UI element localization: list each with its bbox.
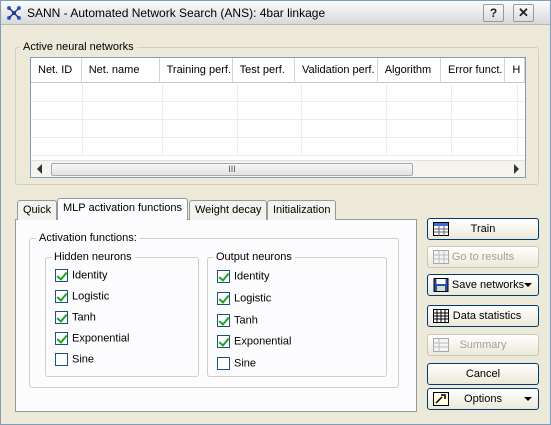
summary-label: Summary: [459, 339, 507, 351]
train-grid-icon: [433, 222, 449, 236]
table-row: [31, 102, 525, 120]
checkbox[interactable]: [55, 290, 68, 303]
column-header[interactable]: Error funct.: [441, 58, 506, 83]
save-networks-label: Save networks: [451, 279, 525, 291]
output-tanh-checkbox[interactable]: Tanh: [217, 314, 258, 330]
checkbox-label: Sine: [234, 357, 257, 370]
window-title: SANN - Automated Network Search (ANS): 4…: [27, 6, 326, 20]
data-statistics-label: Data statistics: [452, 310, 522, 322]
checkbox-label: Tanh: [72, 311, 96, 324]
scroll-right-icon[interactable]: [514, 164, 519, 174]
checkbox[interactable]: [55, 311, 68, 324]
activation-functions-label: Activation functions:: [36, 232, 140, 244]
tab-quick[interactable]: Quick: [17, 200, 58, 220]
summary-icon: [433, 338, 449, 352]
hidden-tanh-checkbox[interactable]: Tanh: [55, 311, 96, 327]
output-identity-checkbox[interactable]: Identity: [217, 270, 269, 286]
output-sine-checkbox[interactable]: Sine: [217, 357, 256, 373]
checkbox-label: Tanh: [234, 314, 258, 327]
checkbox[interactable]: [217, 314, 230, 327]
data-statistics-button[interactable]: Data statistics: [427, 305, 539, 327]
table-row: [31, 120, 525, 138]
column-header[interactable]: H: [505, 58, 525, 83]
checkbox-label: Exponential: [72, 332, 130, 345]
hidden-sine-checkbox[interactable]: Sine: [55, 353, 94, 369]
options-label: Options: [464, 393, 502, 405]
train-button[interactable]: Train: [427, 218, 539, 240]
cancel-button[interactable]: Cancel: [427, 363, 539, 385]
output-neurons-label: Output neurons: [213, 251, 295, 263]
options-button[interactable]: Options: [427, 388, 539, 410]
sann-app-icon: [7, 6, 21, 20]
table-row: [31, 84, 525, 102]
checkbox-label: Identity: [234, 270, 270, 283]
column-header[interactable]: Algorithm: [378, 58, 442, 83]
table-row: [31, 138, 525, 156]
checkbox-label: Logistic: [234, 292, 272, 305]
save-disk-icon: [433, 278, 449, 292]
tab-mlp-activation-functions[interactable]: MLP activation functions: [57, 198, 189, 220]
horizontal-scrollbar[interactable]: III: [31, 160, 525, 177]
help-button[interactable]: ?: [483, 4, 504, 22]
chevron-down-icon: [524, 283, 532, 287]
table-body: [31, 84, 525, 156]
go-to-results-button[interactable]: Go to results: [427, 246, 539, 268]
column-header[interactable]: Test perf.: [233, 58, 295, 83]
table-header: Net. ID Net. name Training perf. Test pe…: [31, 58, 525, 83]
tab-initialization[interactable]: Initialization: [267, 200, 337, 220]
column-header[interactable]: Validation perf.: [295, 58, 378, 83]
checkbox[interactable]: [217, 292, 230, 305]
checkbox-label: Identity: [72, 269, 108, 282]
options-icon: [433, 392, 449, 406]
checkbox[interactable]: [55, 269, 68, 282]
summary-button[interactable]: Summary: [427, 334, 539, 356]
hidden-logistic-checkbox[interactable]: Logistic: [55, 290, 109, 306]
close-button[interactable]: ✕: [513, 4, 534, 22]
checkbox-label: Logistic: [72, 290, 110, 303]
hidden-exponential-checkbox[interactable]: Exponential: [55, 332, 130, 348]
tab-weight-decay[interactable]: Weight decay: [189, 200, 268, 220]
column-header[interactable]: Training perf.: [160, 58, 233, 83]
output-exponential-checkbox[interactable]: Exponential: [217, 335, 292, 351]
statistics-table-icon: [433, 309, 449, 323]
save-networks-button[interactable]: Save networks: [427, 274, 539, 296]
checkbox-label: Exponential: [234, 335, 292, 348]
checkbox[interactable]: [217, 357, 230, 370]
checkbox[interactable]: [217, 335, 230, 348]
go-to-results-label: Go to results: [451, 251, 515, 263]
checkbox[interactable]: [55, 353, 68, 366]
scroll-left-icon[interactable]: [37, 164, 42, 174]
cancel-label: Cancel: [465, 368, 501, 380]
hidden-identity-checkbox[interactable]: Identity: [55, 269, 107, 285]
scroll-thumb[interactable]: III: [51, 163, 413, 176]
chevron-down-icon: [524, 397, 532, 401]
checkbox-label: Sine: [72, 353, 95, 366]
train-label: Train: [470, 223, 496, 235]
checkbox[interactable]: [55, 332, 68, 345]
results-grid-icon: [433, 250, 449, 264]
checkbox[interactable]: [217, 270, 230, 283]
active-networks-label: Active neural networks: [20, 41, 137, 53]
output-logistic-checkbox[interactable]: Logistic: [217, 292, 271, 308]
title-bar: SANN - Automated Network Search (ANS): 4…: [1, 1, 550, 25]
column-header[interactable]: Net. name: [82, 58, 160, 83]
networks-table[interactable]: Net. ID Net. name Training perf. Test pe…: [30, 57, 526, 178]
column-header[interactable]: Net. ID: [31, 58, 82, 83]
hidden-neurons-label: Hidden neurons: [51, 251, 135, 263]
ans-dialog: SANN - Automated Network Search (ANS): 4…: [0, 0, 551, 425]
